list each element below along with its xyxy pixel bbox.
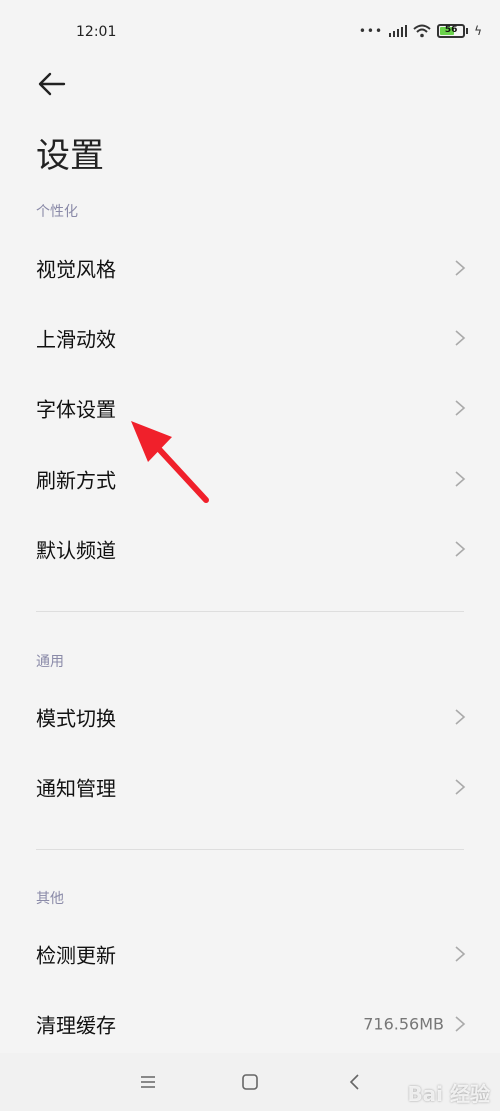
settings-item-swipe-effect[interactable]: 上滑动效 [0,303,500,373]
item-label: 字体设置 [36,397,116,422]
system-nav-bar: Bai 经验 [0,1053,500,1111]
section-divider [36,611,464,612]
signal-icon [389,25,408,37]
chevron-right-icon [455,779,466,795]
chevron-right-icon [455,330,466,346]
wifi-icon [413,24,431,38]
chevron-right-icon [455,471,466,487]
charging-icon: ϟ [474,24,482,38]
section-divider [36,849,464,850]
item-label: 视觉风格 [36,257,116,282]
item-label: 默认频道 [36,538,116,563]
back-chevron-icon[interactable] [344,1071,366,1093]
settings-item-check-updates[interactable]: 检测更新 [0,919,500,989]
settings-item-default-channel[interactable]: 默认频道 [0,514,500,584]
settings-item-visual-style[interactable]: 视觉风格 [0,233,500,303]
chevron-right-icon [455,946,466,962]
battery-level: 56 [444,25,458,35]
section-label-other: 其他 [36,891,64,907]
battery-cap [466,28,469,34]
menu-icon[interactable] [137,1071,159,1093]
watermark: Bai 经验 [407,1082,490,1106]
section-label-general: 通用 [36,654,64,670]
chevron-right-icon [455,400,466,416]
section-label-personalization: 个性化 [36,204,78,220]
chevron-right-icon [455,260,466,276]
settings-item-font-settings[interactable]: 字体设置 [0,373,500,443]
chevron-right-icon [455,1016,466,1032]
status-time: 12:01 [76,24,117,40]
item-label: 检测更新 [36,943,116,968]
back-arrow-icon[interactable] [36,68,68,100]
settings-item-mode-switch[interactable]: 模式切换 [0,682,500,752]
item-label: 通知管理 [36,776,116,801]
item-label: 上滑动效 [36,327,116,352]
status-icons: ••• 56 ϟ [359,24,482,38]
cache-size-value: 716.56MB [363,1014,444,1034]
item-label: 清理缓存 [36,1013,116,1038]
page-title: 设置 [36,136,104,176]
item-label: 模式切换 [36,706,116,731]
settings-item-refresh-mode[interactable]: 刷新方式 [0,444,500,514]
item-label: 刷新方式 [36,468,116,493]
dots-icon: ••• [358,24,384,38]
settings-item-notification-management[interactable]: 通知管理 [0,752,500,822]
battery-icon: 56 [437,24,466,38]
settings-item-clear-cache[interactable]: 清理缓存 716.56MB [0,989,500,1059]
status-bar: 12:01 ••• 56 ϟ [0,0,500,66]
chevron-right-icon [455,541,466,557]
home-square-icon[interactable] [239,1071,261,1093]
chevron-right-icon [455,709,466,725]
